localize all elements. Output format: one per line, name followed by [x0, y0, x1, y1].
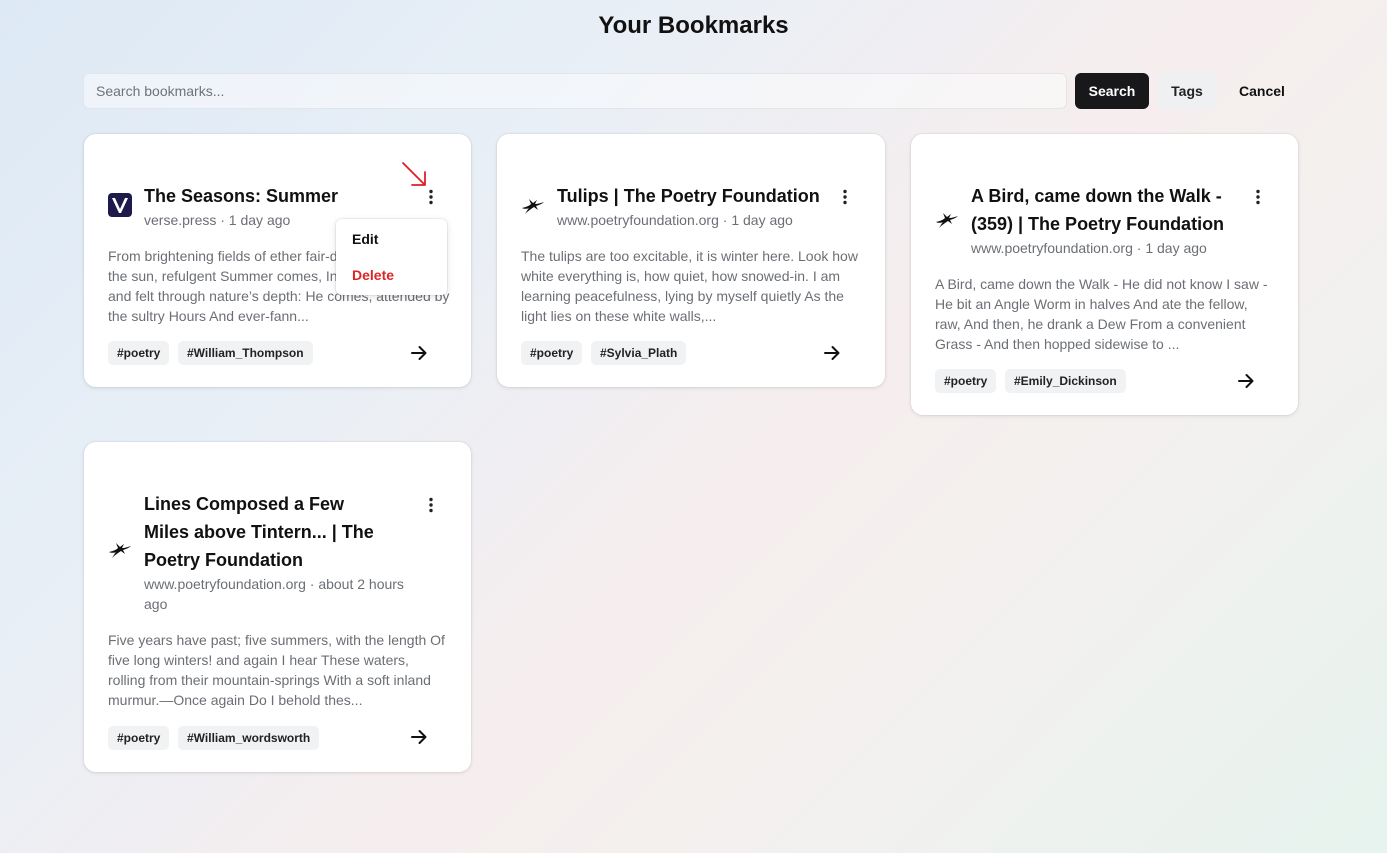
bookmark-context-menu: Edit Delete: [336, 219, 447, 295]
bookmark-title[interactable]: Lines Composed a Few Miles above Tintern…: [144, 490, 394, 574]
bookmark-title[interactable]: Tulips | The Poetry Foundation: [557, 182, 827, 210]
tag-chip[interactable]: #poetry: [108, 726, 170, 750]
menu-item-edit[interactable]: Edit: [352, 231, 378, 247]
tag-chip[interactable]: #Emily_Dickinson: [1005, 369, 1126, 393]
bookmark-title[interactable]: The Seasons: Summer: [144, 182, 394, 210]
bookmark-card[interactable]: Tulips | The Poetry Foundation www.poetr…: [497, 134, 885, 387]
tags-button[interactable]: Tags: [1157, 73, 1217, 109]
cancel-button[interactable]: Cancel: [1225, 73, 1299, 109]
tag-chip[interactable]: #Sylvia_Plath: [591, 341, 687, 365]
open-bookmark-arrow-icon[interactable]: [821, 342, 843, 364]
bookmark-card[interactable]: A Bird, came down the Walk - (359) | The…: [911, 134, 1298, 415]
more-options-icon[interactable]: [421, 495, 441, 515]
poetry-foundation-bird-icon: [521, 195, 545, 219]
tag-chip[interactable]: #poetry: [521, 341, 583, 365]
search-button[interactable]: Search: [1075, 73, 1149, 109]
red-pointer-arrow-icon: [400, 160, 430, 195]
open-bookmark-arrow-icon[interactable]: [408, 726, 430, 748]
bookmark-meta: www.poetryfoundation.org · 1 day ago: [557, 212, 793, 228]
open-bookmark-arrow-icon[interactable]: [1235, 370, 1257, 392]
search-input[interactable]: [83, 73, 1067, 109]
bookmark-title[interactable]: A Bird, came down the Walk - (359) | The…: [971, 182, 1239, 238]
verse-press-logo-icon: [108, 193, 132, 217]
bookmark-description: The tulips are too excitable, it is wint…: [521, 248, 858, 324]
tag-chip[interactable]: #poetry: [935, 369, 997, 393]
menu-item-delete[interactable]: Delete: [352, 267, 394, 283]
more-options-icon[interactable]: [1248, 187, 1268, 207]
poetry-foundation-bird-icon: [935, 209, 959, 233]
bookmark-description: A Bird, came down the Walk - He did not …: [935, 276, 1268, 352]
tag-chip[interactable]: #poetry: [108, 341, 170, 365]
bookmark-meta: www.poetryfoundation.org · about 2 hours…: [144, 576, 404, 612]
page-title: Your Bookmarks: [598, 12, 789, 39]
open-bookmark-arrow-icon[interactable]: [408, 342, 430, 364]
search-toolbar: Search Tags Cancel: [83, 73, 1298, 109]
tag-chip[interactable]: #William_Thompson: [178, 341, 313, 365]
tag-chip[interactable]: #William_wordsworth: [178, 726, 320, 750]
more-options-icon[interactable]: [835, 187, 855, 207]
bookmark-description: Five years have past; five summers, with…: [108, 632, 445, 708]
poetry-foundation-bird-icon: [108, 539, 132, 563]
bookmark-meta: www.poetryfoundation.org · 1 day ago: [971, 240, 1207, 256]
bookmark-card[interactable]: Lines Composed a Few Miles above Tintern…: [84, 442, 471, 772]
